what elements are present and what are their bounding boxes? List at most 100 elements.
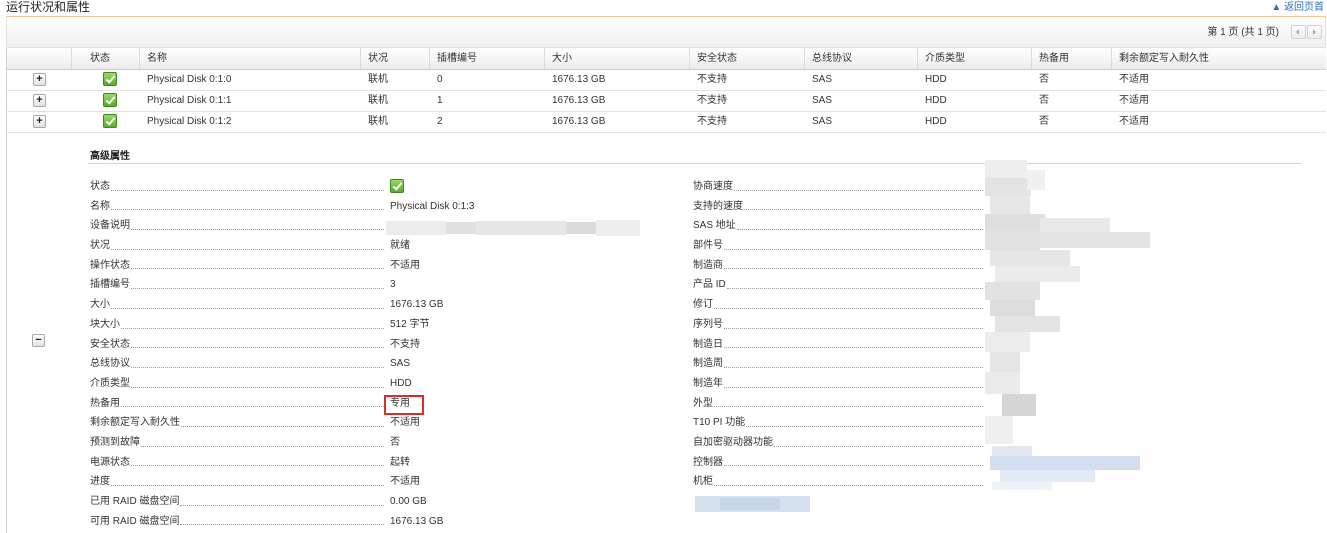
property-row: 外型 xyxy=(693,394,985,414)
property-label: 状况 xyxy=(90,240,110,252)
dotted-leader xyxy=(131,216,384,231)
dotted-leader xyxy=(734,177,983,191)
property-label: 介质类型 xyxy=(90,377,130,389)
property-label: 电源状态 xyxy=(90,456,130,468)
property-row: 产品 ID xyxy=(693,275,985,295)
property-value: HDD xyxy=(390,377,412,389)
property-label-wrap: 支持的速度 xyxy=(693,197,985,217)
column-header[interactable]: 状况 xyxy=(361,48,430,69)
next-page-button[interactable] xyxy=(1307,25,1322,39)
expand-button[interactable]: + xyxy=(33,93,46,107)
property-label: 机柜 xyxy=(693,476,713,488)
check-icon xyxy=(103,72,117,87)
column-header[interactable]: 介质类型 xyxy=(918,48,1032,69)
advanced-properties-heading: 高级属性 xyxy=(90,151,130,162)
cell-slot: 1 xyxy=(437,95,443,106)
property-label: 大小 xyxy=(90,299,110,311)
property-row: 安全状态 不支持 xyxy=(90,335,474,355)
property-row: 介质类型 HDD xyxy=(90,374,474,394)
prev-page-button[interactable] xyxy=(1291,25,1306,39)
property-label: 名称 xyxy=(90,200,110,212)
dotted-leader xyxy=(131,256,384,270)
redacted-value-block xyxy=(985,372,1020,394)
redacted-value-block xyxy=(990,196,1030,214)
property-label: 总线协议 xyxy=(90,358,130,370)
redacted-value-block xyxy=(985,416,1013,444)
redacted-value-block xyxy=(476,221,566,235)
expand-button[interactable]: + xyxy=(33,114,46,128)
property-value: 512 字节 xyxy=(390,318,430,330)
expand-cell: + xyxy=(6,91,72,111)
dotted-leader xyxy=(111,295,384,309)
column-header[interactable]: 总线协议 xyxy=(805,48,918,69)
column-header[interactable]: 名称 xyxy=(140,48,361,69)
property-label-wrap: 电源状态 xyxy=(90,453,386,473)
dotted-leader xyxy=(724,315,983,329)
dotted-leader xyxy=(714,394,983,408)
redacted-value-block xyxy=(995,266,1080,282)
table-header-row: 状态 名称 状况 插槽编号 大小 安全状态 总线协议 介质类型 热备用 剩余额定写入耐久性 xyxy=(6,48,1326,70)
column-header[interactable]: 插槽编号 xyxy=(430,48,545,69)
property-value: 就绪 xyxy=(390,240,410,252)
dotted-leader xyxy=(121,315,384,329)
page-indicator: 第 1 页 (共 1 页) xyxy=(1207,27,1279,38)
column-header[interactable]: 热备用 xyxy=(1032,48,1112,69)
property-row: 支持的速度 xyxy=(693,197,985,217)
property-label-wrap: 安全状态 xyxy=(90,335,386,355)
dotted-leader xyxy=(724,374,983,388)
redacted-value-block xyxy=(985,230,1040,250)
column-header[interactable]: 大小 xyxy=(545,48,690,69)
property-row: 预测到故障 否 xyxy=(90,433,474,453)
property-label: 已用 RAID 磁盘空间 xyxy=(90,496,180,507)
property-label: 预测到故障 xyxy=(90,436,140,448)
redacted-value-block xyxy=(992,482,1052,490)
property-row: 电源状态 起转 xyxy=(90,453,474,473)
highlight-box xyxy=(384,395,424,415)
property-label: 块大小 xyxy=(90,318,120,330)
expand-button[interactable]: + xyxy=(33,72,46,86)
back-to-top-link[interactable]: ▲ 返回页首 xyxy=(1271,1,1324,14)
dotted-leader xyxy=(111,197,384,211)
cell-slot: 0 xyxy=(437,74,443,85)
column-header[interactable]: 状态 xyxy=(72,48,140,69)
property-row: 插槽编号 3 xyxy=(90,275,474,295)
redacted-value-block xyxy=(985,214,1045,230)
property-label: 制造周 xyxy=(693,358,723,370)
cell-size: 1676.13 GB xyxy=(552,74,606,85)
property-label-wrap: SAS 地址 xyxy=(693,216,985,236)
dotted-leader xyxy=(131,453,384,467)
cell-endurance: 不适用 xyxy=(1119,74,1149,85)
dotted-leader xyxy=(724,354,983,368)
property-value: 不支持 xyxy=(390,338,420,350)
property-label: 协商速度 xyxy=(693,181,733,192)
cell-condition: 联机 xyxy=(368,74,388,85)
property-label-wrap: 进度 xyxy=(90,472,386,492)
property-value: 否 xyxy=(390,436,400,448)
property-row: 控制器 xyxy=(693,453,985,473)
check-icon xyxy=(390,179,404,194)
property-row: 剩余额定写入耐久性 不适用 xyxy=(90,413,474,433)
redacted-value-block xyxy=(1002,394,1036,416)
cell-size: 1676.13 GB xyxy=(552,95,606,106)
dotted-leader xyxy=(131,374,384,388)
collapse-button[interactable]: − xyxy=(32,334,45,347)
redacted-value-block xyxy=(985,178,1031,196)
dotted-leader xyxy=(744,197,983,211)
property-label-wrap: 外型 xyxy=(693,394,985,414)
dotted-leader xyxy=(131,335,384,349)
property-value: 3 xyxy=(390,279,396,291)
cell-bus: SAS xyxy=(812,95,833,106)
dotted-leader xyxy=(726,275,983,290)
property-value: 1676.13 GB xyxy=(390,299,444,311)
cell-media: HDD xyxy=(925,95,947,106)
next-page-icon xyxy=(1313,29,1316,35)
column-header[interactable]: 剩余额定写入耐久性 xyxy=(1112,48,1326,69)
redacted-value-block xyxy=(995,316,1060,332)
cell-name: Physical Disk 0:1:2 xyxy=(147,116,232,127)
cell-security: 不支持 xyxy=(697,116,727,127)
cell-media: HDD xyxy=(925,74,947,85)
redacted-value-block xyxy=(990,300,1035,316)
cell-condition: 联机 xyxy=(368,116,388,127)
property-label-wrap: 部件号 xyxy=(693,236,985,256)
column-header[interactable]: 安全状态 xyxy=(690,48,805,69)
